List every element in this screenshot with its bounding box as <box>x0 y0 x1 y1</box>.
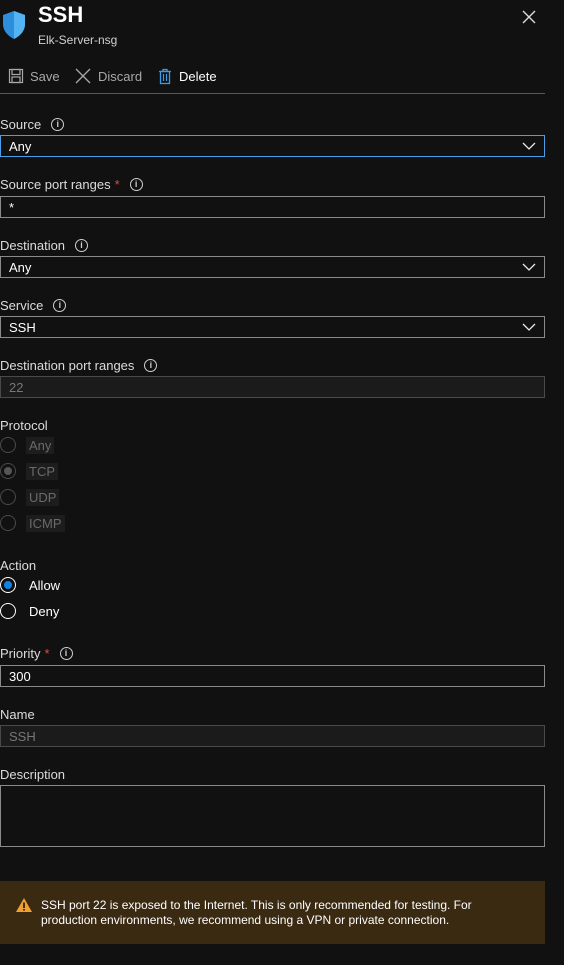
delete-label: Delete <box>179 68 217 84</box>
destination-label: Destination i <box>0 238 89 253</box>
description-textarea[interactable] <box>0 785 545 847</box>
page-subtitle: Elk-Server-nsg <box>38 33 118 47</box>
delete-button[interactable]: Delete <box>157 66 217 86</box>
name-input: SSH <box>0 725 545 747</box>
destination-dropdown[interactable]: Any <box>0 256 545 278</box>
action-option-allow[interactable]: Allow <box>0 575 63 595</box>
protocol-label: Protocol <box>0 418 48 433</box>
protocol-option-any: Any <box>0 435 55 455</box>
radio-button <box>0 463 16 479</box>
service-dropdown[interactable]: SSH <box>0 316 545 338</box>
destination-port-ranges-input: 22 <box>0 376 545 398</box>
info-icon[interactable]: i <box>51 118 65 131</box>
priority-label: Priority * i <box>0 646 73 661</box>
info-icon[interactable]: i <box>144 359 158 372</box>
discard-button[interactable]: Discard <box>74 66 142 86</box>
priority-input[interactable]: 300 <box>0 665 545 687</box>
protocol-option-tcp: TCP <box>0 461 58 481</box>
discard-label: Discard <box>98 68 143 84</box>
save-icon <box>8 68 24 84</box>
discard-icon <box>75 68 91 84</box>
shield-icon <box>3 11 25 39</box>
save-button[interactable]: Save <box>8 66 60 86</box>
radio-button <box>0 437 16 453</box>
source-port-ranges-input[interactable]: * <box>0 196 545 218</box>
page-title: SSH <box>38 2 84 27</box>
chevron-down-icon <box>522 323 536 331</box>
required-marker: * <box>114 177 120 192</box>
warning-banner: SSH port 22 is exposed to the Internet. … <box>0 881 545 944</box>
info-icon[interactable]: i <box>53 299 67 312</box>
action-option-deny[interactable]: Deny <box>0 601 62 621</box>
required-marker: * <box>44 646 50 661</box>
radio-button[interactable] <box>0 603 16 619</box>
warning-text: SSH port 22 is exposed to the Internet. … <box>41 898 472 927</box>
trash-icon <box>159 68 171 84</box>
protocol-option-udp: UDP <box>0 487 60 507</box>
info-icon[interactable]: i <box>129 178 143 191</box>
chevron-down-icon <box>522 142 536 150</box>
toolbar-divider <box>0 93 545 94</box>
name-label: Name <box>0 707 35 722</box>
description-label: Description <box>0 767 66 782</box>
radio-button[interactable] <box>0 577 16 593</box>
info-icon[interactable]: i <box>75 239 89 252</box>
radio-button <box>0 515 16 531</box>
destination-port-ranges-label: Destination port ranges i <box>0 358 158 373</box>
source-label: Source i <box>0 117 65 132</box>
source-port-ranges-label: Source port ranges * i <box>0 177 143 192</box>
chevron-down-icon <box>522 263 536 271</box>
action-label: Action <box>0 558 37 573</box>
protocol-option-icmp: ICMP <box>0 513 65 533</box>
source-dropdown[interactable]: Any <box>0 135 545 157</box>
close-icon[interactable] <box>520 8 538 26</box>
info-icon[interactable]: i <box>59 647 73 660</box>
radio-button <box>0 489 16 505</box>
save-label: Save <box>30 68 60 84</box>
warning-icon <box>16 898 32 912</box>
service-label: Service i <box>0 298 67 313</box>
